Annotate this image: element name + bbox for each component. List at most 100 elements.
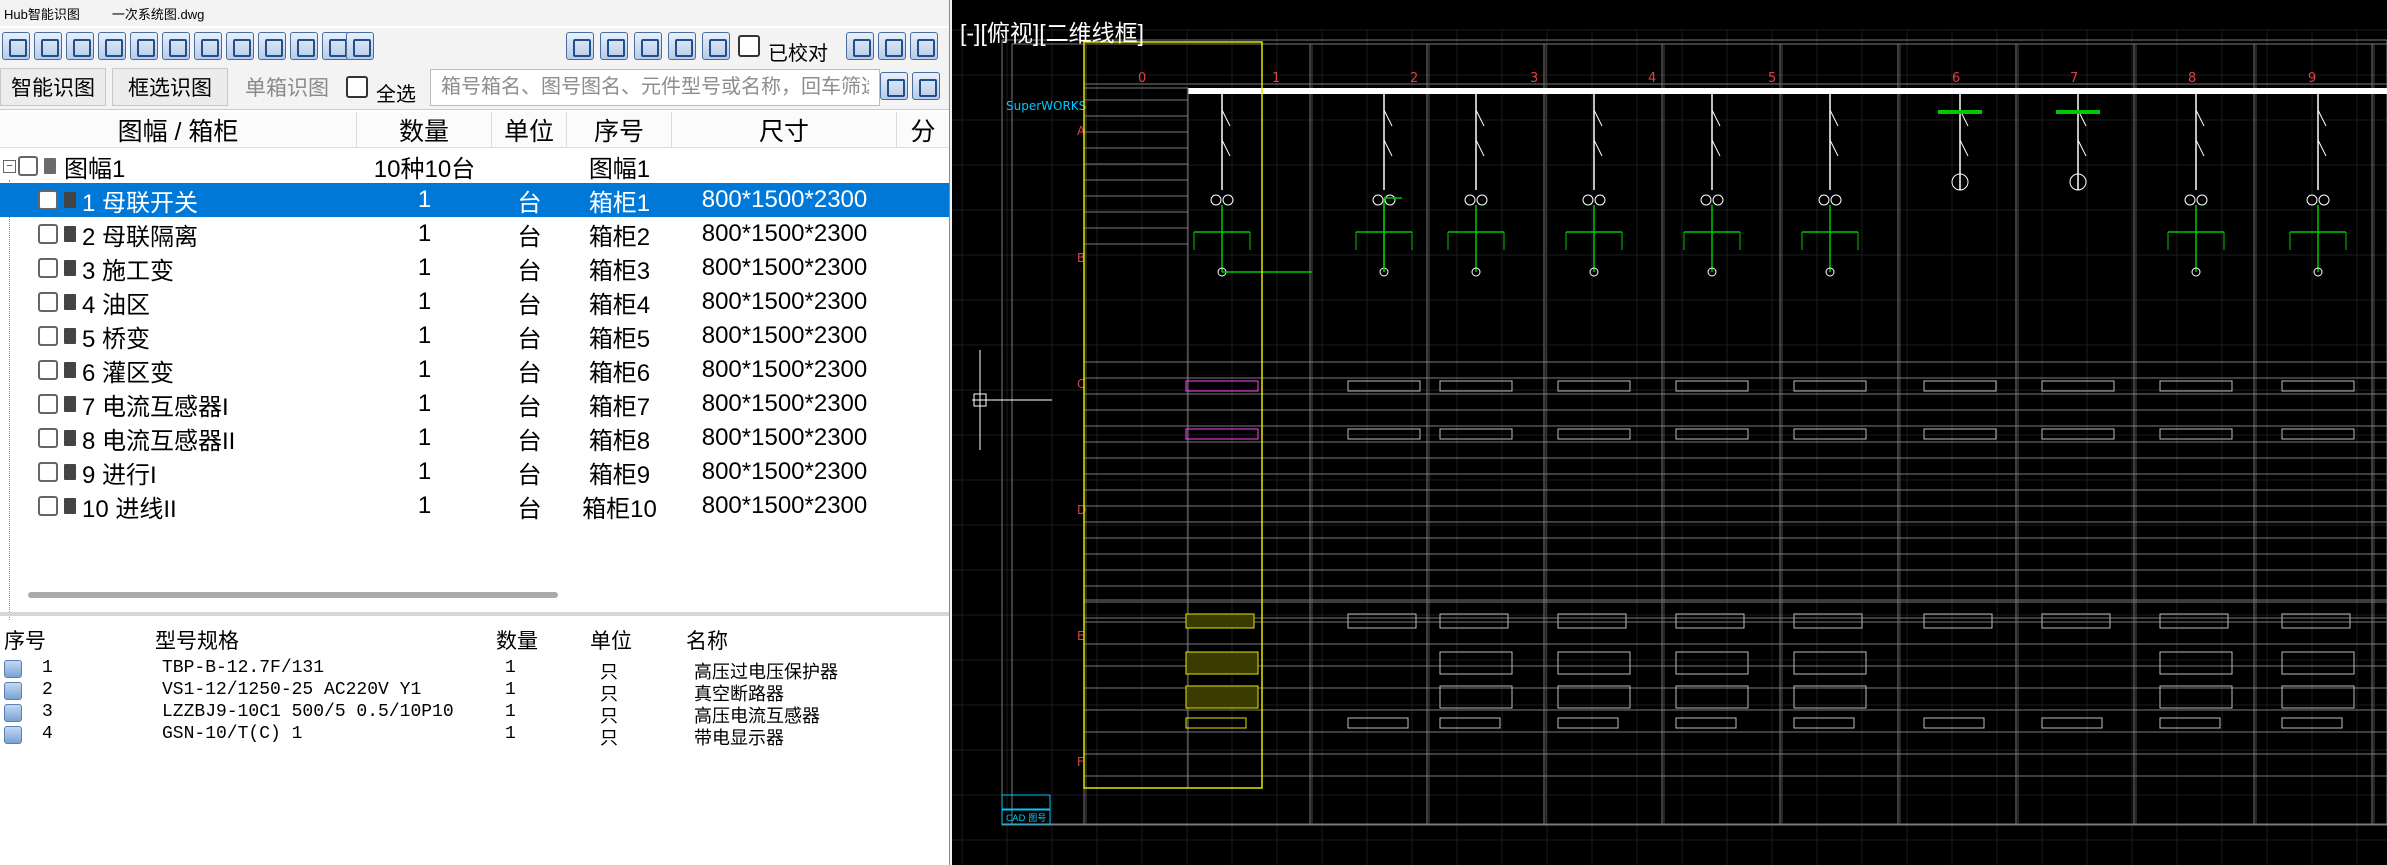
- header-name[interactable]: 图幅 / 箱柜: [0, 112, 357, 148]
- search-input[interactable]: [430, 69, 880, 106]
- cabinet-row[interactable]: 9 进行I 1 台 箱柜9 800*1500*2300: [0, 455, 949, 489]
- cabinet-checkbox[interactable]: [38, 394, 58, 414]
- header-qty[interactable]: 数量: [357, 112, 492, 148]
- cabinet-unit: 台: [517, 257, 542, 285]
- cabinet-row[interactable]: 10 进线II 1 台 箱柜10 800*1500*2300: [0, 489, 949, 523]
- list-header-name[interactable]: 名称: [686, 625, 728, 655]
- chart-icon[interactable]: [226, 32, 254, 60]
- cad-row-letter: F: [1077, 755, 1084, 769]
- tool-icon-b[interactable]: [600, 32, 628, 60]
- header-size[interactable]: 尺寸: [672, 112, 897, 148]
- new-file-icon[interactable]: [34, 32, 62, 60]
- header-seq[interactable]: 序号: [567, 112, 672, 148]
- cad-drawing[interactable]: 0 1 2 3 4 5 6 7 8 9ABCDEFSuperWORKSCAD 图号: [952, 0, 2387, 865]
- component-row[interactable]: 4 GSN-10/T(C) 1 1 只 带电显示器: [0, 724, 949, 750]
- cabinet-row[interactable]: 5 桥变 1 台 箱柜5 800*1500*2300: [0, 319, 949, 353]
- header-extra[interactable]: 分: [897, 112, 949, 148]
- cad-switch-symbol: [2195, 109, 2205, 127]
- list-header-seq[interactable]: 序号: [4, 625, 46, 655]
- component-model: LZZBJ9-10C1 500/5 0.5/10P10: [162, 702, 454, 722]
- open-folder-icon[interactable]: [2, 32, 30, 60]
- cabinet-unit: 台: [517, 223, 542, 251]
- cabinet-icon: [64, 464, 76, 480]
- list-header-unit[interactable]: 单位: [590, 625, 632, 655]
- verified-checkbox[interactable]: [738, 35, 760, 57]
- cad-viewport[interactable]: 0 1 2 3 4 5 6 7 8 9 A B C D E F SuperWORKS CAD 图号 [-][俯视]…: [952, 0, 2387, 865]
- preview-icon[interactable]: [66, 32, 94, 60]
- cad-cell: [1185, 613, 1255, 629]
- cabinet-row[interactable]: 4 油区 1 台 箱柜4 800*1500*2300: [0, 285, 949, 319]
- cabinet-name: 2 母联隔离: [82, 223, 199, 251]
- horizontal-scrollbar[interactable]: [28, 592, 558, 598]
- gear-icon[interactable]: [846, 32, 874, 60]
- left-panel: Hub智能识图 一次系统图.dwg 已校对 智能识图 框选识图 单箱识图 全选: [0, 0, 950, 865]
- calculator-icon[interactable]: [702, 32, 730, 60]
- tool-icon-c[interactable]: [634, 32, 662, 60]
- cabinet-row[interactable]: 2 母联隔离 1 台 箱柜2 800*1500*2300: [0, 217, 949, 251]
- component-row[interactable]: 1 TBP-B-12.7F/131 1 只高压过电压保护器: [0, 658, 949, 684]
- cad-legend-box: [1001, 794, 1051, 810]
- file-title: 一次系统图.dwg: [111, 6, 205, 22]
- filter-icon[interactable]: [912, 72, 940, 100]
- cabinet-checkbox[interactable]: [38, 360, 58, 380]
- cad-cell: [1439, 428, 1513, 440]
- component-row[interactable]: 3 LZZBJ9-10C1 500/5 0.5/10P10 1 只高压电流互感器: [0, 702, 949, 728]
- list-header-model[interactable]: 型号规格: [155, 625, 239, 655]
- settings-table-icon[interactable]: [194, 32, 222, 60]
- cabinet-row[interactable]: 7 电流互感器I 1 台 箱柜7 800*1500*2300: [0, 387, 949, 421]
- cabinet-seq: 箱柜6: [588, 359, 651, 387]
- cabinet-row[interactable]: 8 电流互感器II 1 台 箱柜8 800*1500*2300: [0, 421, 949, 455]
- box-recognize-button[interactable]: 框选识图: [112, 68, 228, 106]
- smart-recognize-button[interactable]: 智能识图: [0, 68, 106, 106]
- cad-cell: [2159, 428, 2233, 440]
- list-icon[interactable]: [258, 32, 286, 60]
- export-icon[interactable]: [290, 32, 318, 60]
- cabinet-row[interactable]: 1 母联开关 1 台 箱柜1 800*1500*2300: [0, 183, 949, 217]
- component-unit: 只: [600, 730, 618, 750]
- cad-switch-symbol: [1221, 109, 1231, 127]
- cabinet-checkbox[interactable]: [38, 428, 58, 448]
- cabinet-name: 5 桥变: [82, 325, 151, 353]
- tool-icon-d[interactable]: [668, 32, 696, 60]
- copy-icon[interactable]: [130, 32, 158, 60]
- cad-green-bus: [2056, 110, 2100, 114]
- cabinet-checkbox[interactable]: [38, 258, 58, 278]
- cabinet-checkbox[interactable]: [38, 462, 58, 482]
- cabinet-icon: [64, 226, 76, 242]
- panel-splitter[interactable]: [0, 612, 949, 616]
- list-header-qty[interactable]: 数量: [496, 625, 538, 655]
- cabinet-qty: 1: [417, 492, 432, 519]
- component-qty: 1: [505, 702, 516, 722]
- component-row[interactable]: 2 VS1-12/1250-25 AC220V Y1 1 只真空断路器: [0, 680, 949, 706]
- print-icon[interactable]: [346, 32, 374, 60]
- cad-switch-symbol: [1383, 109, 1393, 127]
- cabinet-size: 800*1500*2300: [701, 288, 868, 315]
- cabinet-row[interactable]: 3 施工变 1 台 箱柜3 800*1500*2300: [0, 251, 949, 285]
- cad-ct-symbol: [1830, 194, 1842, 206]
- info-icon[interactable]: [910, 32, 938, 60]
- cabinet-checkbox[interactable]: [38, 224, 58, 244]
- cabinet-seq: 箱柜8: [588, 427, 651, 455]
- sun-settings-icon[interactable]: [878, 32, 906, 60]
- cabinet-checkbox[interactable]: [38, 326, 58, 346]
- header-unit[interactable]: 单位: [492, 112, 567, 148]
- single-box-recognize-button[interactable]: 单箱识图: [234, 68, 340, 106]
- select-all-checkbox[interactable]: [346, 76, 368, 98]
- collapse-icon[interactable]: −: [3, 160, 16, 173]
- cabinet-checkbox[interactable]: [38, 190, 58, 210]
- edit-table-icon[interactable]: [162, 32, 190, 60]
- tree-root-row[interactable]: − 图幅1 10种10台 图幅1: [0, 149, 949, 183]
- tool-icon-a[interactable]: [566, 32, 594, 60]
- view-mode-label[interactable]: [-][俯视][二维线框]: [960, 14, 1144, 48]
- root-name: 图幅1: [64, 155, 126, 183]
- root-checkbox[interactable]: [18, 156, 38, 176]
- cad-switch-symbol: [1383, 139, 1393, 157]
- cad-cell: [2159, 651, 2233, 675]
- refresh-icon[interactable]: [880, 72, 908, 100]
- cabinet-checkbox[interactable]: [38, 292, 58, 312]
- move-icon[interactable]: [98, 32, 126, 60]
- cabinet-qty: 1: [417, 186, 432, 213]
- cad-cell: [1675, 651, 1749, 675]
- cabinet-checkbox[interactable]: [38, 496, 58, 516]
- cabinet-row[interactable]: 6 灌区变 1 台 箱柜6 800*1500*2300: [0, 353, 949, 387]
